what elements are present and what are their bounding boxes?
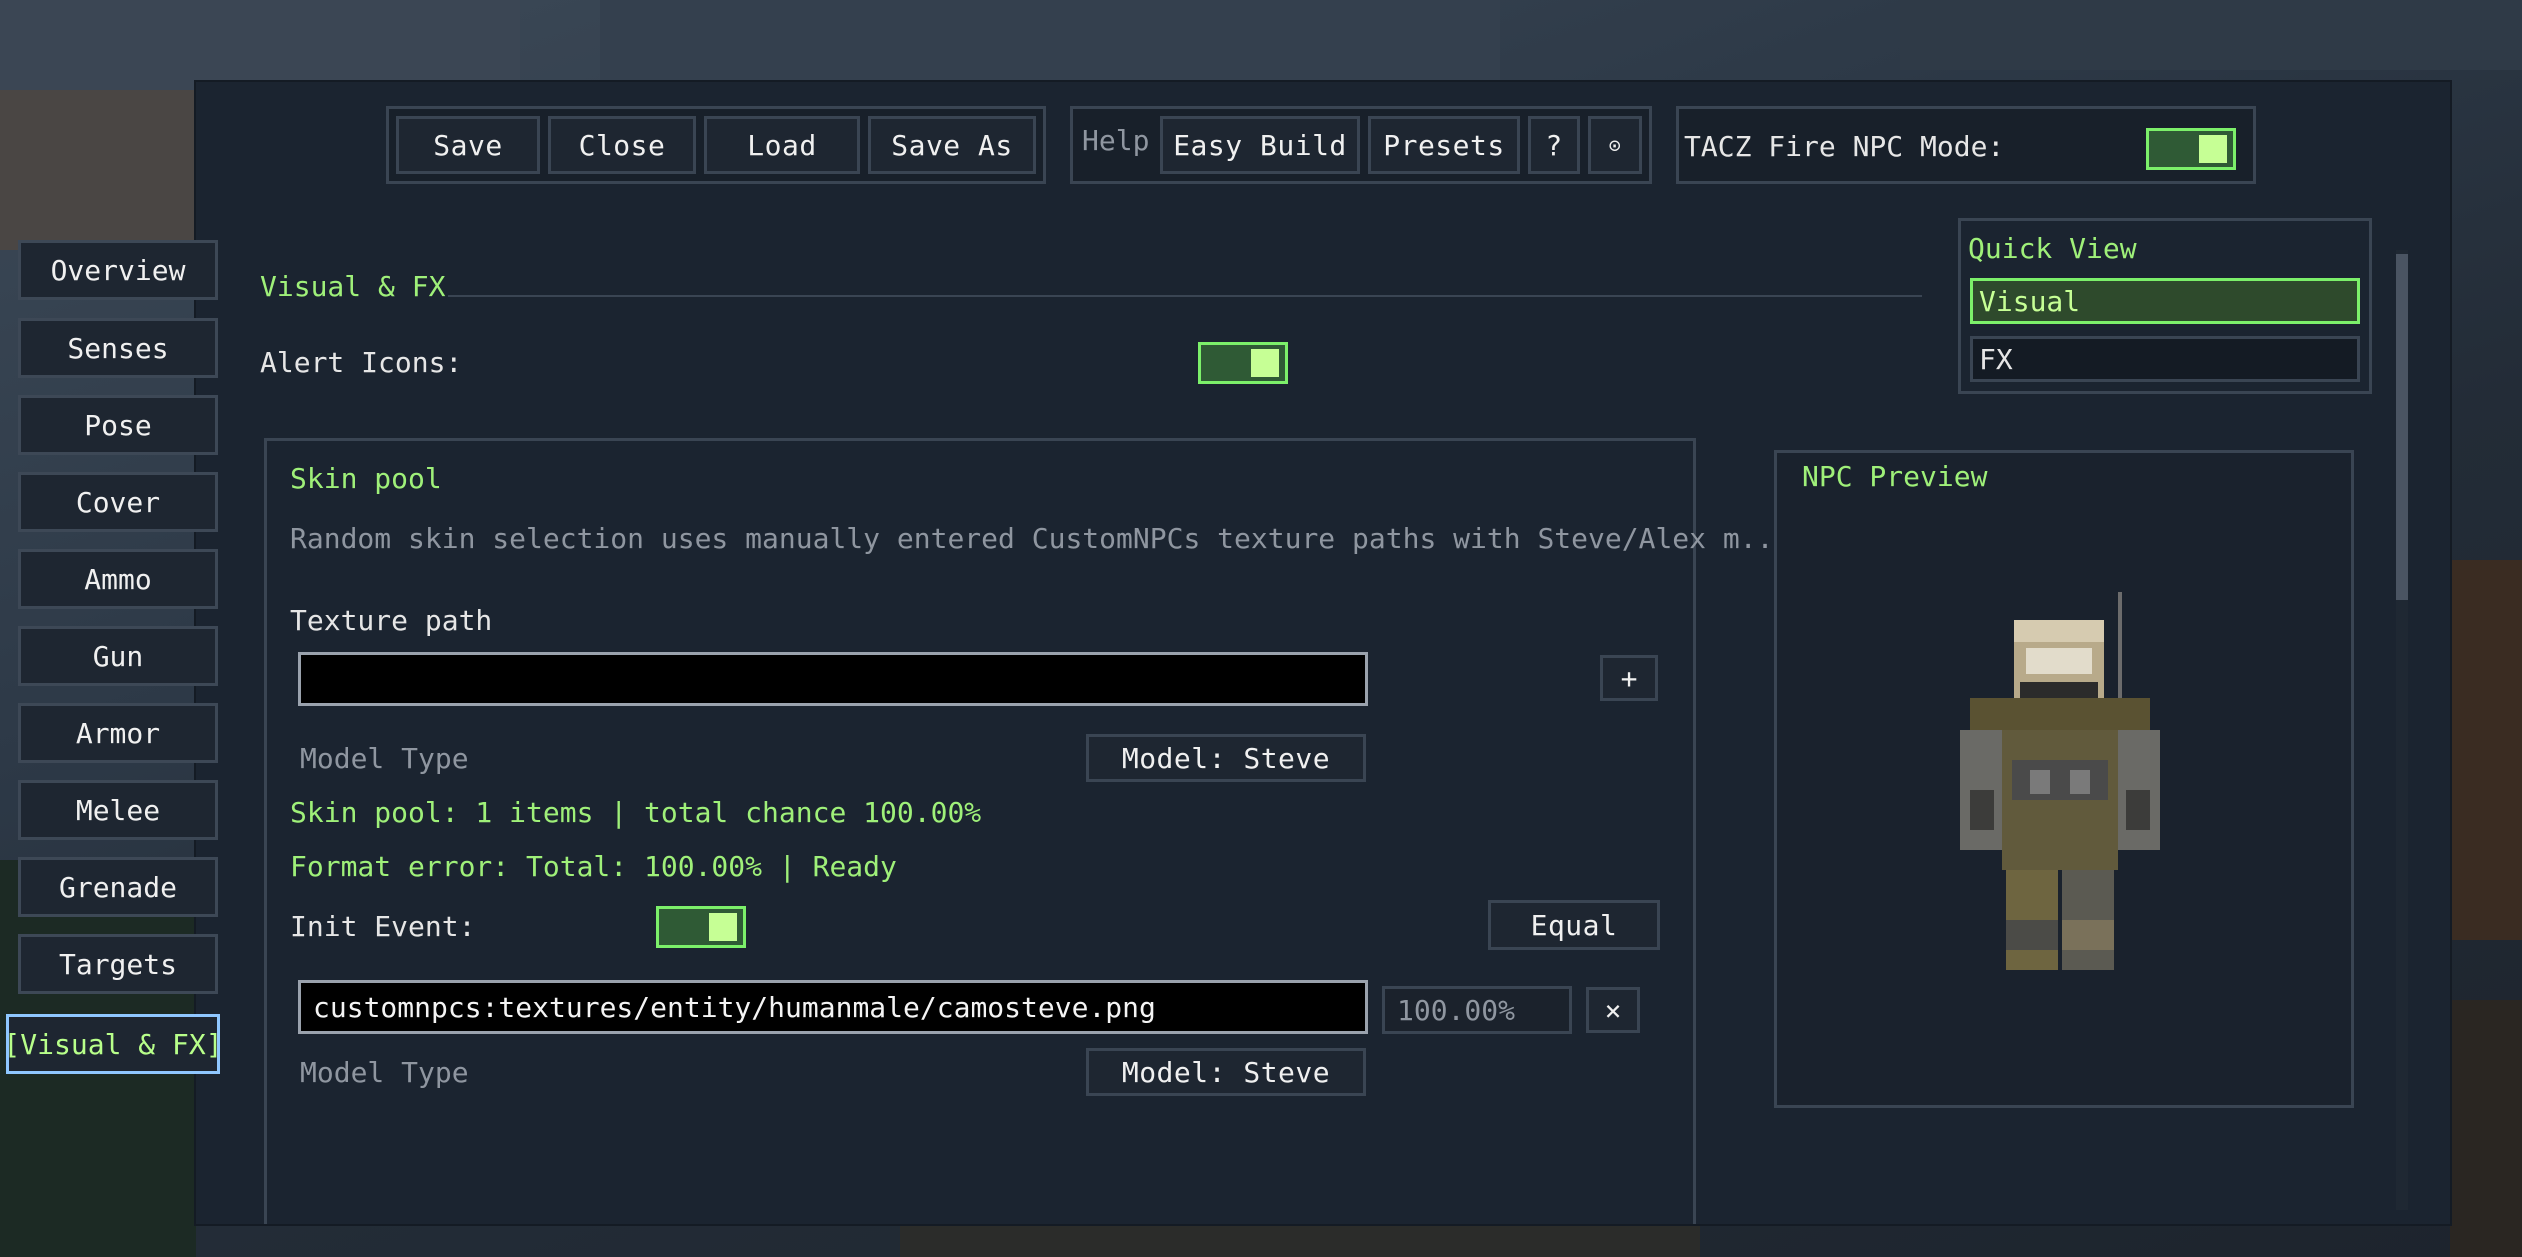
skin-pool-description: Random skin selection uses manually ente… <box>290 522 1791 555</box>
npc-preview-title: NPC Preview <box>1802 460 1988 493</box>
save-button[interactable]: Save <box>396 116 540 174</box>
help-question-button[interactable]: ? <box>1528 116 1580 174</box>
sidebar-item-ammo[interactable]: Ammo <box>18 549 218 609</box>
skin-pool-box <box>264 438 1696 1224</box>
skin-entry-path[interactable]: customnpcs:textures/entity/humanmale/cam… <box>298 980 1368 1034</box>
sidebar-item-cover[interactable]: Cover <box>18 472 218 532</box>
sidebar-item-grenade[interactable]: Grenade <box>18 857 218 917</box>
skin-pool-summary: Skin pool: 1 items | total chance 100.00… <box>290 796 982 829</box>
tacz-mode-toggle[interactable] <box>2146 128 2236 170</box>
remove-entry-button[interactable]: × <box>1586 987 1640 1033</box>
quick-view-fx[interactable]: FX <box>1970 336 2360 382</box>
sidebar-item-visual-fx[interactable]: [Visual & FX] <box>3 1014 223 1074</box>
skin-pool-status: Format error: Total: 100.00% | Ready <box>290 850 897 883</box>
add-skin-button[interactable]: + <box>1600 655 1658 701</box>
sidebar-item-gun[interactable]: Gun <box>18 626 218 686</box>
texture-path-input[interactable] <box>298 652 1368 706</box>
sidebar-item-pose[interactable]: Pose <box>18 395 218 455</box>
load-button[interactable]: Load <box>704 116 860 174</box>
model-type-button[interactable]: Model: Steve <box>1086 734 1366 782</box>
scrollbar-thumb[interactable] <box>2396 254 2408 600</box>
close-button[interactable]: Close <box>548 116 696 174</box>
texture-path-label: Texture path <box>290 604 493 637</box>
sidebar-item-targets[interactable]: Targets <box>18 934 218 994</box>
sidebar-item-senses[interactable]: Senses <box>18 318 218 378</box>
alert-icons-label: Alert Icons: <box>260 346 463 379</box>
npc-model-image <box>1960 592 2160 970</box>
entry-model-type-button[interactable]: Model: Steve <box>1086 1048 1366 1096</box>
quick-view-title: Quick View <box>1968 232 2137 265</box>
settings-icon[interactable]: ⊙ <box>1588 116 1642 174</box>
entry-model-type-label: Model Type <box>300 1056 469 1089</box>
alert-icons-toggle[interactable] <box>1198 342 1288 384</box>
quick-view-visual[interactable]: Visual <box>1970 278 2360 324</box>
section-divider <box>448 295 1922 297</box>
init-event-label: Init Event: <box>290 910 476 943</box>
sidebar-item-armor[interactable]: Armor <box>18 703 218 763</box>
model-type-label: Model Type <box>300 742 469 775</box>
init-event-toggle[interactable] <box>656 906 746 948</box>
skin-entry-chance[interactable]: 100.00% <box>1382 986 1572 1034</box>
sidebar-item-melee[interactable]: Melee <box>18 780 218 840</box>
toggle-knob <box>1251 349 1279 377</box>
sidebar-item-overview[interactable]: Overview <box>18 240 218 300</box>
section-title: Visual & FX <box>260 270 446 303</box>
toggle-knob <box>709 913 737 941</box>
help-label: Help <box>1082 124 1150 157</box>
presets-button[interactable]: Presets <box>1368 116 1520 174</box>
tacz-mode-label: TACZ Fire NPC Mode: <box>1684 130 2005 163</box>
easy-build-button[interactable]: Easy Build <box>1160 116 1360 174</box>
toggle-knob <box>2199 135 2227 163</box>
skin-pool-title: Skin pool <box>290 462 442 495</box>
equal-button[interactable]: Equal <box>1488 900 1660 950</box>
save-as-button[interactable]: Save As <box>868 116 1036 174</box>
